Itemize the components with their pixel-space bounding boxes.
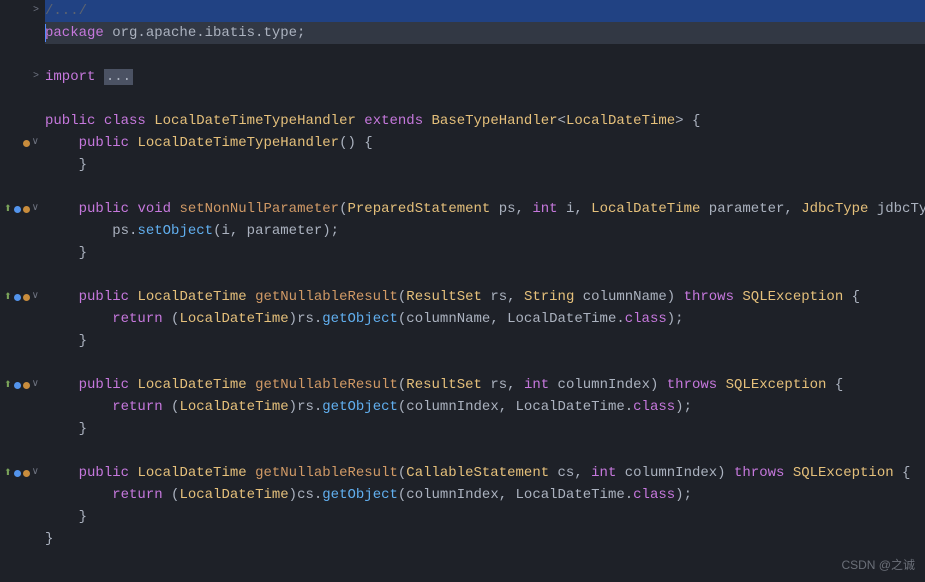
fold-expanded-icon[interactable]: ∨ — [32, 374, 39, 396]
code-line[interactable]: public LocalDateTimeTypeHandler() { — [45, 132, 925, 154]
code-line[interactable]: public LocalDateTime getNullableResult(R… — [45, 374, 925, 396]
fold-collapsed-icon[interactable]: > — [33, 0, 39, 22]
implements-icon[interactable] — [14, 206, 21, 213]
override-up-icon[interactable]: ⬆ — [4, 374, 12, 396]
fold-collapsed-icon[interactable]: > — [33, 66, 39, 88]
marker-icon — [23, 206, 30, 213]
code-line[interactable]: /.../ — [45, 0, 925, 22]
code-line[interactable]: } — [45, 154, 925, 176]
code-line[interactable]: public class LocalDateTimeTypeHandler ex… — [45, 110, 925, 132]
code-line[interactable] — [45, 264, 925, 286]
folded-imports[interactable]: ... — [104, 69, 133, 85]
code-line[interactable]: } — [45, 528, 925, 550]
method-name: getNullableResult — [255, 289, 398, 305]
keyword: import — [45, 69, 95, 85]
code-line[interactable]: import ... — [45, 66, 925, 88]
code-line[interactable]: return (LocalDateTime)rs.getObject(colum… — [45, 308, 925, 330]
watermark: CSDN @之诚 — [841, 554, 915, 576]
fold-expanded-icon[interactable]: ∨ — [32, 286, 39, 308]
implements-icon[interactable] — [14, 470, 21, 477]
method-name: getNullableResult — [255, 465, 398, 481]
fold-expanded-icon[interactable]: ∨ — [32, 462, 39, 484]
code-line[interactable]: ps.setObject(i, parameter); — [45, 220, 925, 242]
implements-icon[interactable] — [14, 382, 21, 389]
folded-comment[interactable]: /.../ — [45, 3, 87, 19]
code-line[interactable] — [45, 440, 925, 462]
override-up-icon[interactable]: ⬆ — [4, 462, 12, 484]
code-line[interactable]: } — [45, 242, 925, 264]
gutter: > > ∨ ⬆ ∨ ⬆ ∨ ⬆ ∨ ⬆ ∨ — [0, 0, 45, 582]
code-line[interactable]: return (LocalDateTime)cs.getObject(colum… — [45, 484, 925, 506]
override-up-icon[interactable]: ⬆ — [4, 286, 12, 308]
code-line[interactable]: return (LocalDateTime)rs.getObject(colum… — [45, 396, 925, 418]
code-line[interactable]: } — [45, 506, 925, 528]
marker-icon — [23, 140, 30, 147]
code-line[interactable] — [45, 88, 925, 110]
method-name: getNullableResult — [255, 377, 398, 393]
package-name: org.apache.ibatis.type; — [104, 25, 306, 41]
code-line[interactable]: } — [45, 418, 925, 440]
code-editor[interactable]: > > ∨ ⬆ ∨ ⬆ ∨ ⬆ ∨ ⬆ ∨ /.../ package org.apac… — [0, 0, 925, 582]
code-line[interactable] — [45, 352, 925, 374]
code-line[interactable]: public LocalDateTime getNullableResult(C… — [45, 462, 925, 484]
marker-icon — [23, 382, 30, 389]
code-area[interactable]: /.../ package org.apache.ibatis.type; im… — [45, 0, 925, 582]
marker-icon — [23, 470, 30, 477]
code-line[interactable] — [45, 44, 925, 66]
cursor — [45, 24, 46, 42]
code-line[interactable]: public void setNonNullParameter(Prepared… — [45, 198, 925, 220]
code-line[interactable] — [45, 176, 925, 198]
marker-icon — [23, 294, 30, 301]
keyword: package — [45, 25, 104, 41]
code-line[interactable]: package org.apache.ibatis.type; — [45, 22, 925, 44]
class-name: LocalDateTimeTypeHandler — [154, 113, 356, 129]
fold-expanded-icon[interactable]: ∨ — [32, 198, 39, 220]
implements-icon[interactable] — [14, 294, 21, 301]
constructor: LocalDateTimeTypeHandler — [137, 135, 339, 151]
method-name: setNonNullParameter — [179, 201, 339, 217]
override-up-icon[interactable]: ⬆ — [4, 198, 12, 220]
fold-expanded-icon[interactable]: ∨ — [32, 132, 39, 154]
code-line[interactable]: public LocalDateTime getNullableResult(R… — [45, 286, 925, 308]
code-line[interactable]: } — [45, 330, 925, 352]
